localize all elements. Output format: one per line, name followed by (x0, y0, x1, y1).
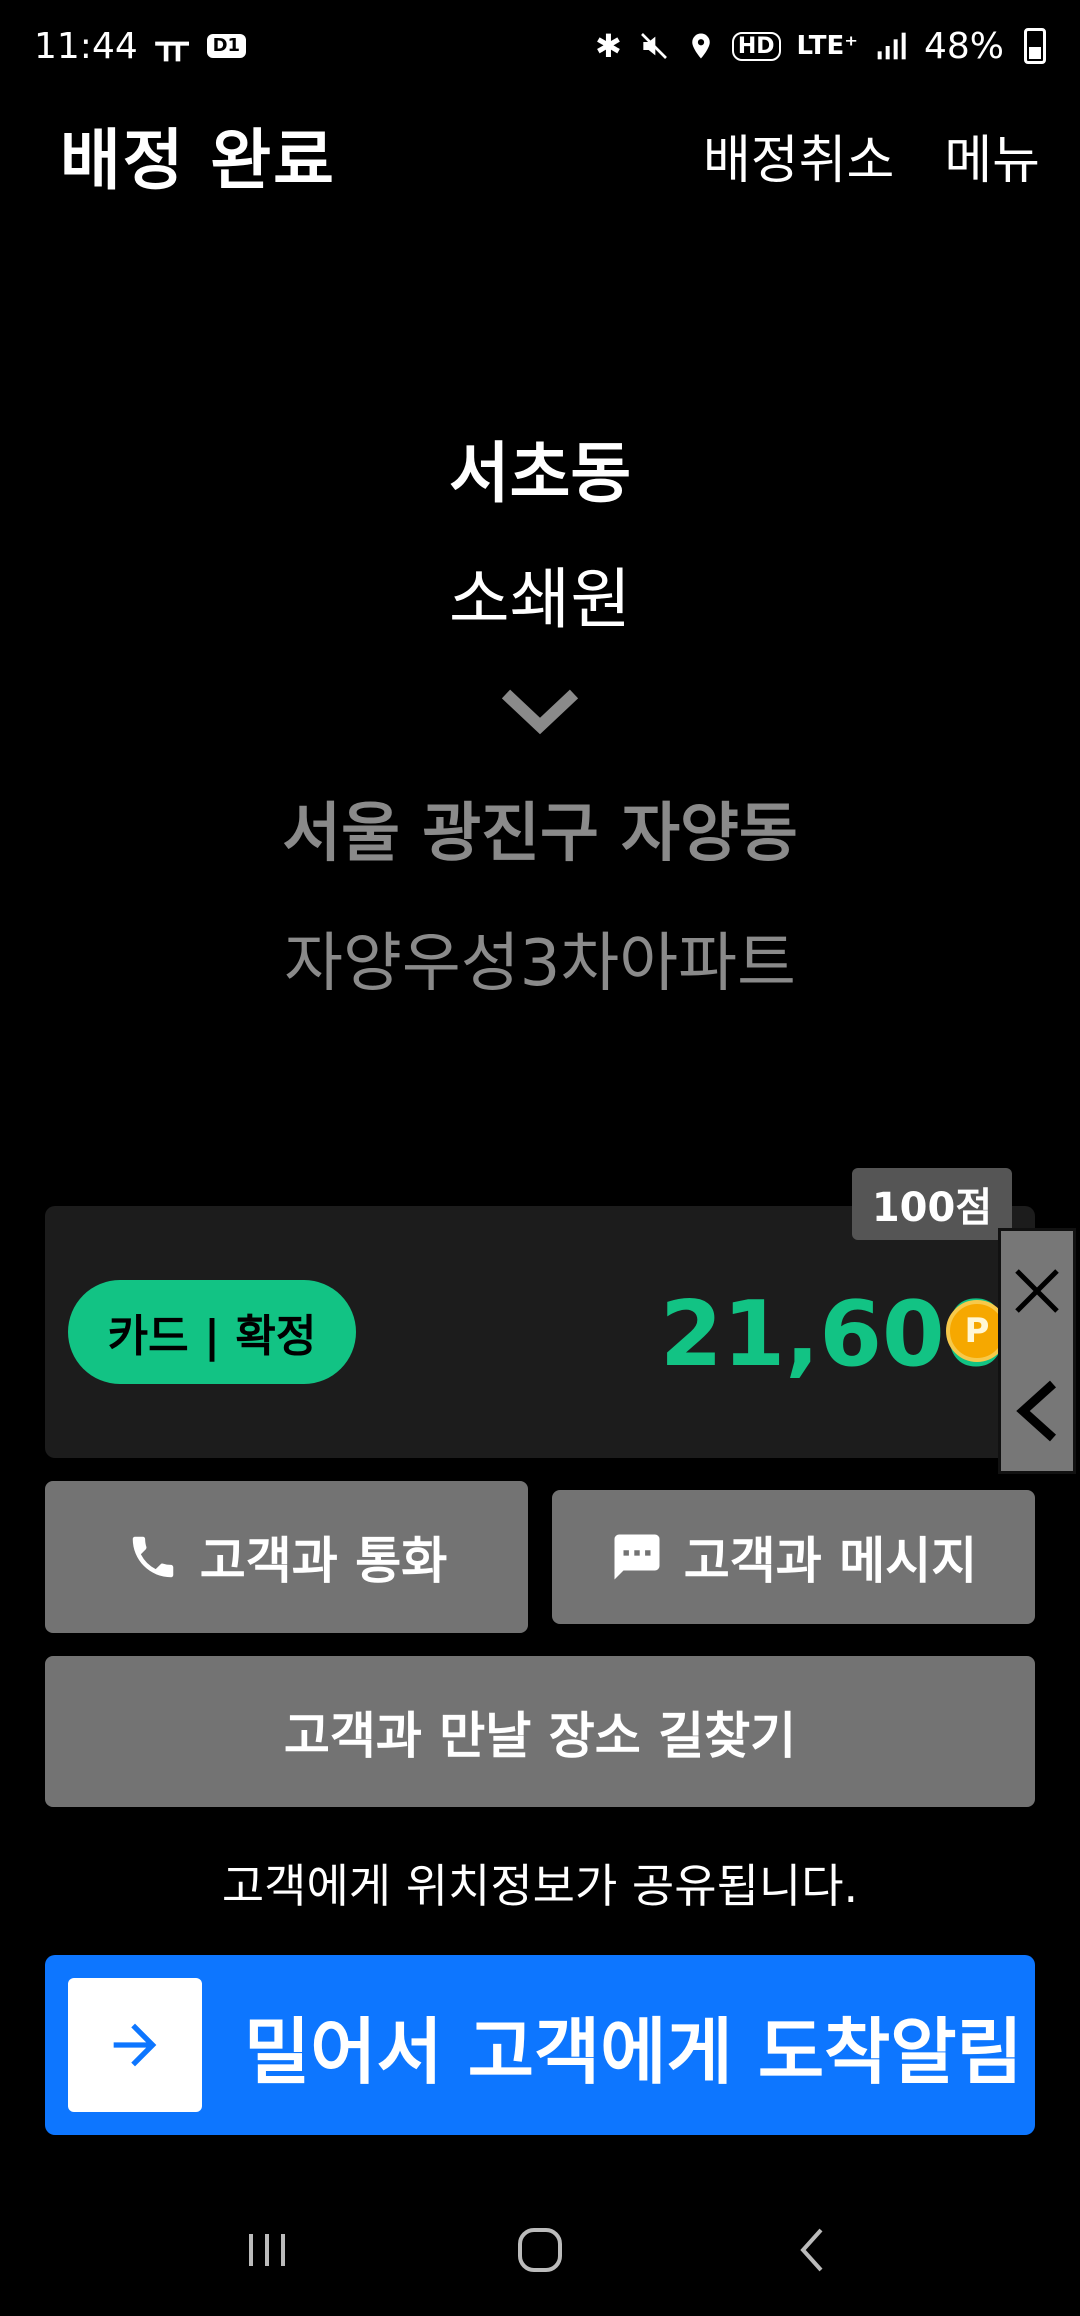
battery-level: 48% (923, 25, 1004, 67)
cancel-assignment-button[interactable]: 배정취소 (703, 118, 894, 193)
recent-apps-icon[interactable] (239, 2222, 295, 2278)
route-summary: 서초동 소쇄원 서울 광진구 자양동 자양우성3차아파트 (0, 400, 1080, 1004)
close-icon[interactable] (1009, 1258, 1065, 1324)
destination-area: 서울 광진구 자양동 (282, 797, 798, 871)
tmap-icon: ㅠ (153, 27, 191, 73)
message-icon (614, 1534, 660, 1580)
chevron-left-icon[interactable] (1009, 1378, 1065, 1444)
call-customer-label: 고객과 통화 (199, 1532, 448, 1590)
status-bar: 11:44 ㅠ D1 ✱ HD LTE⁺ 48% (0, 0, 1080, 92)
chevron-down-icon (501, 689, 579, 735)
home-icon[interactable] (512, 2222, 568, 2278)
location-share-notice: 고객에게 위치정보가 공유됩니다. (221, 1859, 859, 1913)
bluetooth-icon: ✱ (595, 27, 622, 65)
meeting-place-directions-button[interactable]: 고객과 만날 장소 길찾기 (45, 1656, 1035, 1807)
message-customer-button[interactable]: 고객과 메시지 (552, 1490, 1035, 1624)
status-right: ✱ HD LTE⁺ 48% (595, 26, 1046, 67)
d1-badge: D1 (206, 34, 247, 58)
lte-icon: LTE⁺ (796, 31, 858, 61)
mute-icon (640, 33, 667, 59)
signal-icon (877, 32, 906, 60)
call-customer-button[interactable]: 고객과 통화 (45, 1481, 528, 1633)
floating-side-control (998, 1228, 1076, 1474)
swipe-arrival-label: 밀어서 고객에게 도착알림 (244, 2009, 1023, 2094)
payment-status-badge: 카드 | 확정 (68, 1280, 356, 1384)
phone-icon (132, 1536, 174, 1578)
screen: 11:44 ㅠ D1 ✱ HD LTE⁺ 48% 배정 완료 배정취소 메뉴 서… (0, 0, 1080, 2316)
origin-area: 서초동 (448, 435, 632, 512)
arrow-right-icon (113, 2023, 157, 2067)
destination-place: 자양우성3차아파트 (284, 927, 796, 1001)
location-icon (692, 33, 710, 59)
system-nav-bar (0, 2210, 1080, 2290)
status-time: 11:44 (34, 25, 138, 67)
header: 배정 완료 배정취소 메뉴 (0, 100, 1080, 210)
hd-icon: HD (731, 31, 781, 61)
origin-place: 소쇄원 (448, 561, 632, 638)
swipe-handle[interactable] (68, 1978, 202, 2112)
points-badge: 100점 (852, 1168, 1012, 1240)
battery-icon (1024, 28, 1046, 64)
back-icon[interactable] (785, 2222, 841, 2278)
directions-label: 고객과 만날 장소 길찾기 (283, 1706, 797, 1765)
header-actions: 배정취소 메뉴 (703, 118, 1040, 193)
status-left: 11:44 ㅠ D1 (34, 17, 247, 75)
message-customer-label: 고객과 메시지 (683, 1532, 978, 1590)
menu-button[interactable]: 메뉴 (944, 118, 1040, 193)
page-title: 배정 완료 (60, 122, 336, 199)
